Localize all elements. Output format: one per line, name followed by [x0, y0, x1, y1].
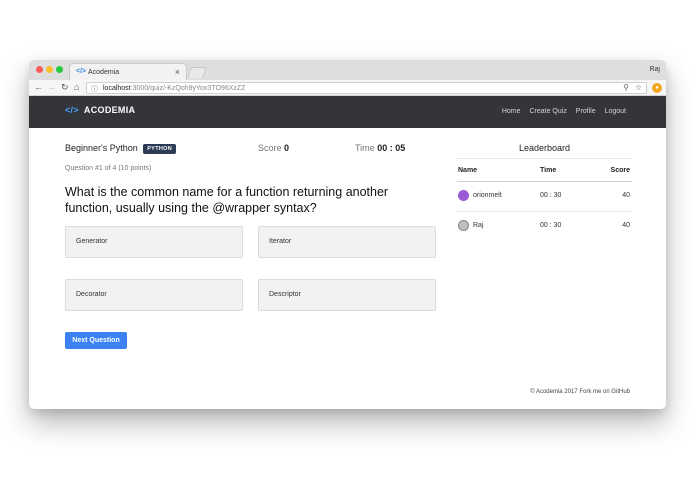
zoom-icon[interactable]: ⚲ — [623, 83, 629, 92]
home-icon[interactable]: ⌂ — [74, 82, 79, 92]
back-arrow-icon[interactable]: ← — [34, 82, 43, 92]
tab-title: Acodemia — [88, 69, 120, 76]
nav-home-link[interactable]: Home — [502, 108, 521, 115]
player-name: Raj — [473, 222, 484, 229]
browser-window: </> Acodemia × Raj ← → ↻ ⌂ ⓘ localhost:3… — [29, 60, 666, 409]
tab-strip: </> Acodemia × Raj — [29, 60, 666, 80]
question-text: What is the common name for a function r… — [65, 185, 389, 215]
player-score: 40 — [622, 192, 630, 199]
nav-logout-link[interactable]: Logout — [605, 108, 626, 115]
url-text: localhost:3000/quiz/-KzQoh9yYox3TO96XzZZ — [103, 85, 245, 92]
score-value: 0 — [284, 143, 290, 153]
player-time: 00 : 30 — [540, 192, 562, 199]
quiz-title-text: Beginner's Python — [65, 143, 138, 153]
address-bar[interactable]: ⓘ localhost:3000/quiz/-KzQoh9yYox3TO96Xz… — [86, 82, 647, 94]
quiz-title: Beginner's Python PYTHON — [65, 143, 176, 154]
extension-icon[interactable]: ● — [652, 83, 662, 93]
next-question-button[interactable]: Next Question — [65, 332, 127, 349]
nav-profile-link[interactable]: Profile — [576, 108, 596, 115]
time-label: Time — [355, 143, 375, 153]
browser-tab[interactable]: </> Acodemia × — [69, 63, 187, 80]
avatar — [458, 220, 469, 231]
leaderboard-row: orionmelt 00 : 30 40 — [457, 182, 632, 212]
brand-name: ACODEMIA — [83, 105, 136, 115]
close-window-button[interactable] — [36, 66, 43, 73]
new-tab-button[interactable] — [186, 67, 208, 78]
player-name: orionmelt — [473, 192, 502, 199]
fork-github-link[interactable]: Fork me on GitHub — [579, 389, 630, 395]
score-label: Score — [258, 143, 282, 153]
avatar — [458, 190, 469, 201]
player-time: 00 : 30 — [540, 222, 562, 229]
minimize-window-button[interactable] — [46, 66, 53, 73]
profile-name[interactable]: Raj — [649, 66, 660, 73]
browser-toolbar: ← → ↻ ⌂ ⓘ localhost:3000/quiz/-KzQoh9yYo… — [29, 80, 666, 96]
time-value: 00 : 05 — [377, 143, 406, 153]
player-score: 40 — [622, 222, 630, 229]
url-path: :3000/quiz/-KzQoh9yYox3TO96XzZZ — [130, 85, 246, 92]
answer-option-iterator[interactable]: Iterator — [258, 226, 436, 258]
answer-option-descriptor[interactable]: Descriptor — [258, 279, 436, 311]
reload-icon[interactable]: ↻ — [61, 82, 69, 93]
info-icon[interactable]: ⓘ — [91, 84, 98, 94]
code-icon: </> — [76, 68, 87, 75]
language-badge: PYTHON — [143, 144, 176, 154]
question-info: Question #1 of 4 (10 points) — [65, 165, 152, 172]
nav-links: Home Create Quiz Profile Logout — [495, 108, 626, 115]
brand-logo[interactable]: </> ACODEMIA — [65, 105, 135, 115]
maximize-window-button[interactable] — [56, 66, 63, 73]
leaderboard-row: Raj 00 : 30 40 — [457, 212, 632, 242]
url-host: localhost — [103, 85, 131, 92]
answer-option-decorator[interactable]: Decorator — [65, 279, 243, 311]
footer: © Acodemia 2017 Fork me on GitHub — [530, 389, 630, 395]
star-icon[interactable]: ☆ — [635, 83, 642, 92]
header-score: Score — [610, 167, 630, 174]
score-display: Score 0 — [258, 143, 289, 153]
footer-copyright: © Acodemia 2017 — [530, 389, 578, 395]
code-brackets-icon: </> — [65, 105, 79, 115]
leaderboard-title: Leaderboard — [518, 143, 571, 153]
header-name: Name — [458, 167, 478, 174]
answer-option-generator[interactable]: Generator — [65, 226, 243, 258]
header-time: Time — [540, 167, 557, 174]
nav-create-quiz-link[interactable]: Create Quiz — [529, 108, 566, 115]
time-display: Time 00 : 05 — [355, 143, 405, 153]
forward-arrow-icon[interactable]: → — [47, 82, 56, 92]
site-navbar: </> ACODEMIA Home Create Quiz Profile Log… — [29, 96, 666, 128]
close-tab-icon[interactable]: × — [175, 67, 180, 77]
leaderboard-header: Name Time Score — [457, 158, 632, 182]
